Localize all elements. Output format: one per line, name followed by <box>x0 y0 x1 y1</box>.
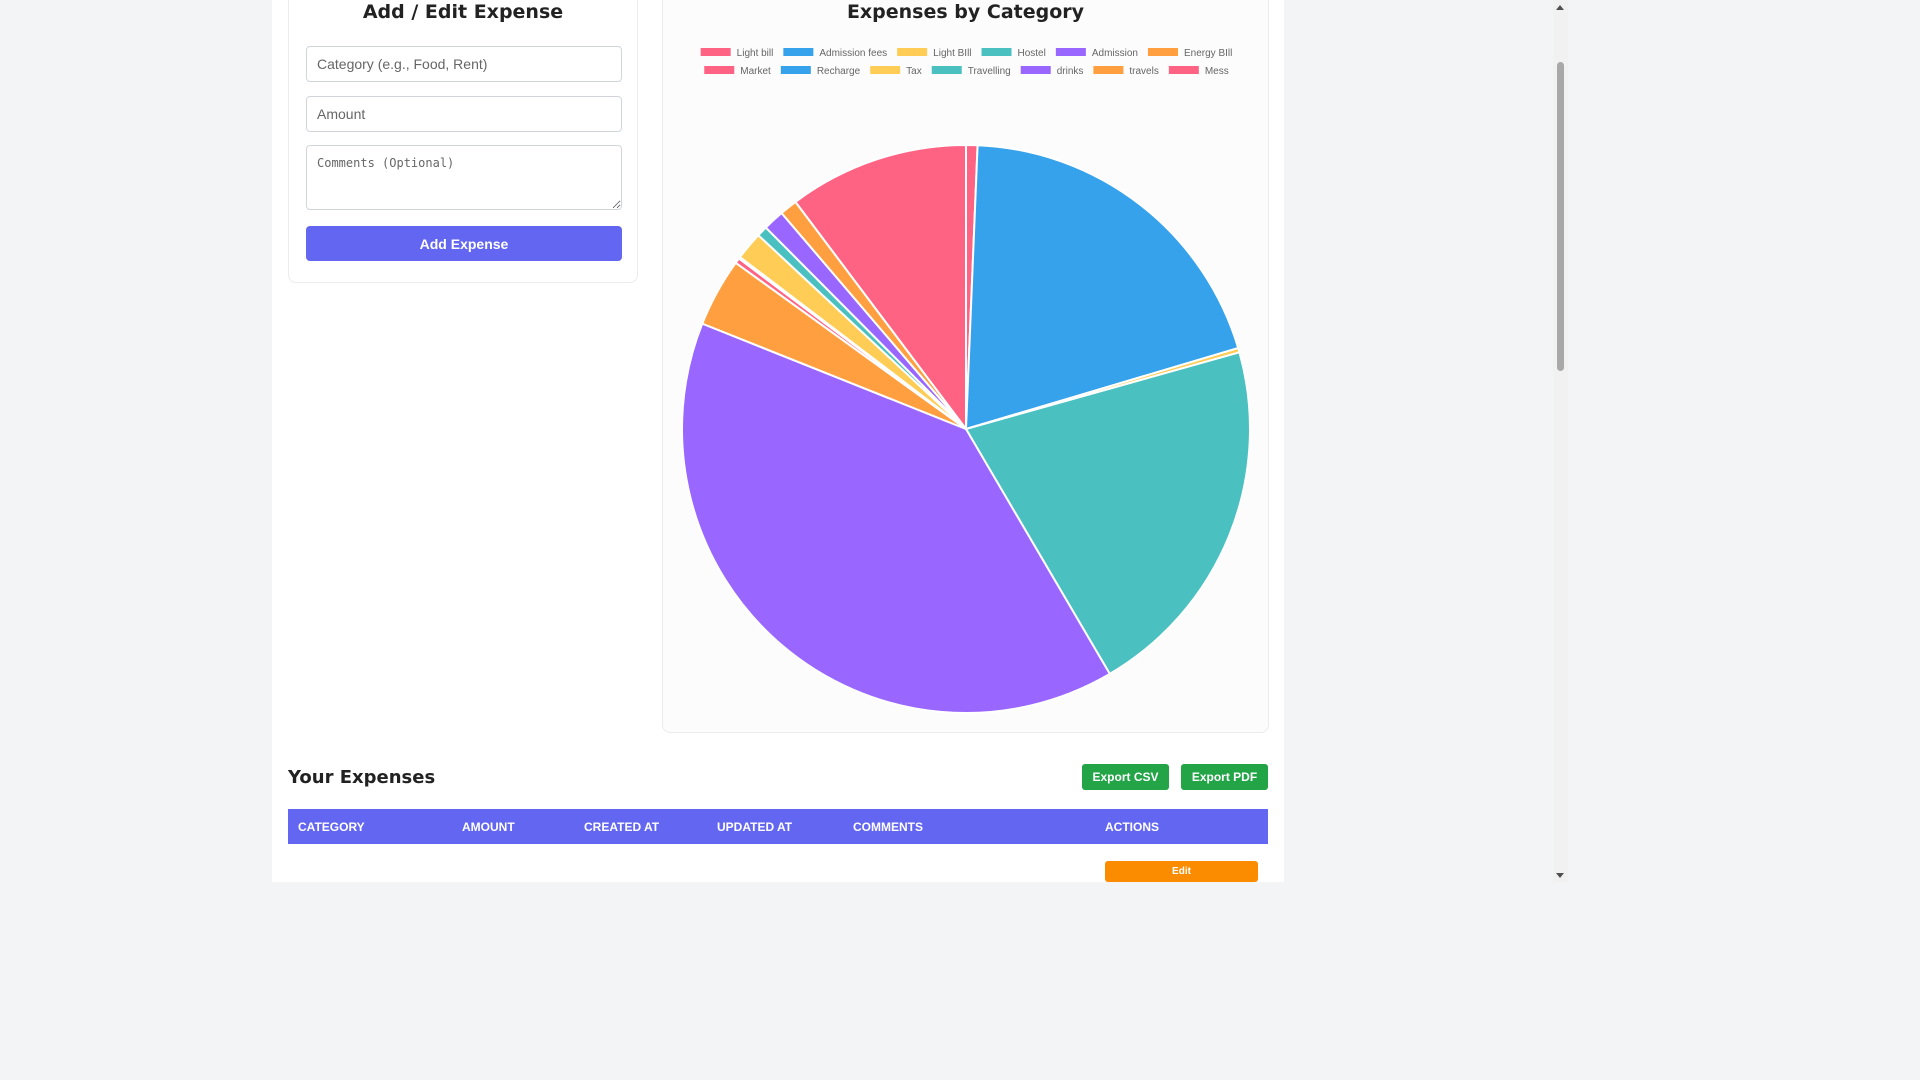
export-pdf-button[interactable]: Export PDF <box>1181 764 1268 790</box>
header-category: Category <box>298 820 365 834</box>
legend-swatch[interactable] <box>704 66 735 74</box>
legend-swatch[interactable] <box>1168 66 1199 74</box>
legend-swatch[interactable] <box>783 48 814 56</box>
legend-label[interactable]: Admission <box>1092 48 1138 59</box>
pie-chart: Light bill Admission fees Light BIll Hostel… <box>681 48 1251 714</box>
chart-legend: Light bill Admission fees Light BIll Hostel… <box>700 48 1232 77</box>
legend-swatch[interactable] <box>780 66 811 74</box>
legend-label[interactable]: Travelling <box>968 66 1011 77</box>
legend-swatch[interactable] <box>897 48 928 56</box>
header-actions: Actions <box>1105 820 1159 834</box>
legend-swatch[interactable] <box>981 48 1012 56</box>
legend-swatch[interactable] <box>1055 48 1086 56</box>
legend-label[interactable]: Light bill <box>737 48 774 59</box>
amount-input[interactable] <box>306 96 622 132</box>
add-expense-button[interactable]: Add Expense <box>306 226 622 261</box>
legend-label[interactable]: Market <box>740 66 771 77</box>
chart-card: Expenses by Category Light bill Admission… <box>662 0 1269 733</box>
legend-label[interactable]: Recharge <box>817 66 861 77</box>
legend-label[interactable]: Hostel <box>1018 48 1046 59</box>
expense-form-card: Add / Edit Expense Add Expense <box>288 0 638 283</box>
legend-swatch[interactable] <box>1147 48 1178 56</box>
legend-label[interactable]: travels <box>1129 66 1158 77</box>
legend-label[interactable]: drinks <box>1057 66 1084 77</box>
legend-swatch[interactable] <box>931 66 962 74</box>
pie-slices <box>681 143 1251 714</box>
legend-label[interactable]: Energy BIll <box>1184 48 1232 59</box>
page-container: Add / Edit Expense Add Expense Expenses … <box>272 0 1284 882</box>
scroll-up-arrow-icon[interactable] <box>1556 5 1564 10</box>
header-amount: Amount <box>462 820 515 834</box>
legend-label[interactable]: Mess <box>1205 66 1229 77</box>
export-csv-button[interactable]: Export CSV <box>1082 764 1169 790</box>
scrollbar[interactable] <box>1553 0 1568 882</box>
edit-button[interactable]: Edit <box>1105 861 1258 882</box>
header-created-at: Created At <box>584 820 660 834</box>
comments-textarea[interactable] <box>306 145 622 210</box>
legend-label[interactable]: Tax <box>906 66 922 77</box>
scroll-down-arrow-icon[interactable] <box>1556 873 1564 878</box>
table-header: Category Amount Created At Updated At Co… <box>288 809 1268 844</box>
form-title: Add / Edit Expense <box>362 1 564 23</box>
category-input[interactable] <box>306 46 622 82</box>
header-updated-at: Updated At <box>717 820 793 834</box>
legend-swatch[interactable] <box>1093 66 1124 74</box>
scrollbar-thumb[interactable] <box>1557 62 1564 371</box>
legend-swatch[interactable] <box>700 48 731 56</box>
expenses-section-title: Your Expenses <box>288 767 436 788</box>
legend-swatch[interactable] <box>870 66 901 74</box>
header-comments: Comments <box>853 820 923 834</box>
legend-label[interactable]: Admission fees <box>819 48 887 59</box>
legend-label[interactable]: Light BIll <box>933 48 971 59</box>
legend-swatch[interactable] <box>1020 66 1051 74</box>
